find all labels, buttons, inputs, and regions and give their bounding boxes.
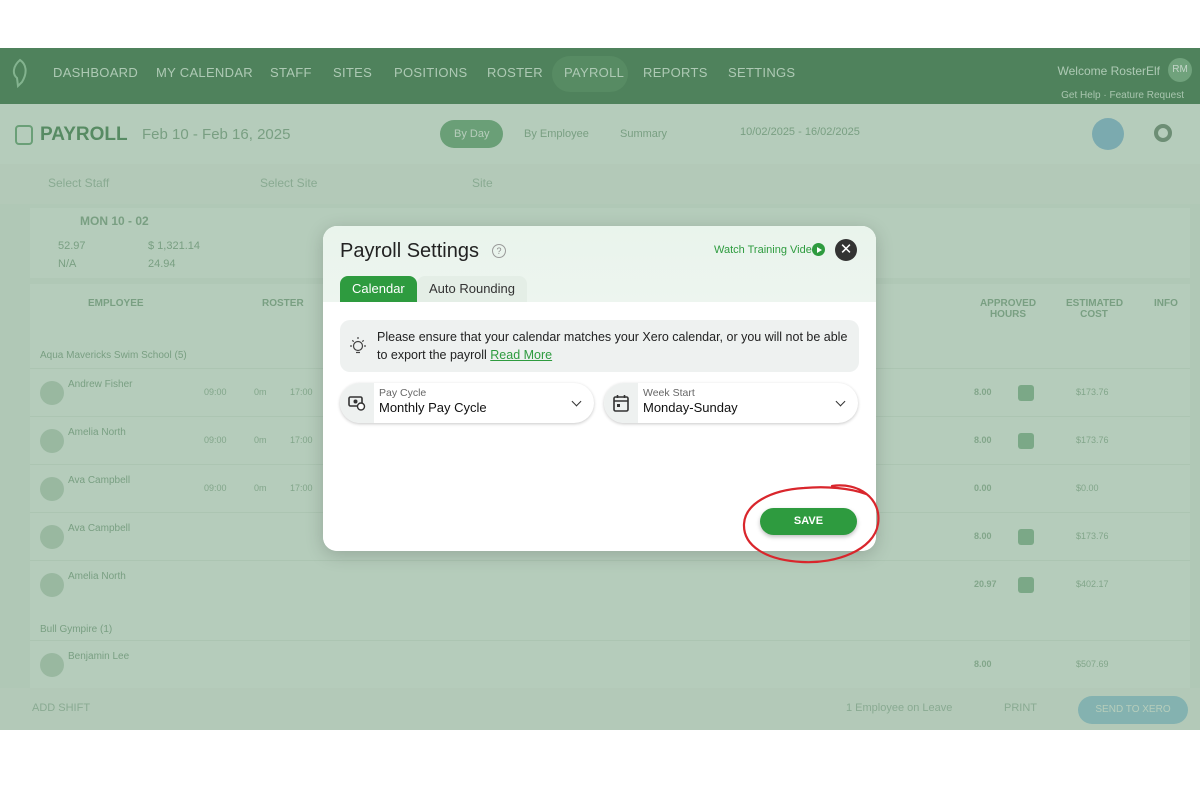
week-start-select[interactable]: Week Start Monday-Sunday: [604, 383, 858, 423]
dialog-header: Payroll Settings ? Watch Training Video …: [323, 226, 876, 302]
dialog-title: Payroll Settings: [340, 240, 479, 262]
cash-cycle-icon: [348, 396, 366, 411]
dialog-body: Please ensure that your calendar matches…: [323, 302, 876, 551]
read-more-link[interactable]: Read More: [490, 348, 552, 362]
tab-auto-rounding[interactable]: Auto Rounding: [417, 276, 528, 302]
pay-cycle-label: Pay Cycle: [379, 387, 427, 399]
select-icon-area: [340, 383, 374, 423]
notice-message: Please ensure that your calendar matches…: [377, 328, 857, 364]
save-button[interactable]: SAVE: [760, 508, 857, 535]
pay-cycle-value: Monthly Pay Cycle: [379, 400, 487, 415]
lightbulb-icon: [350, 337, 366, 354]
notice-text: Please ensure that your calendar matches…: [377, 330, 848, 362]
week-start-value: Monday-Sunday: [643, 400, 738, 415]
pay-cycle-select[interactable]: Pay Cycle Monthly Pay Cycle: [340, 383, 594, 423]
question-icon[interactable]: ?: [492, 244, 506, 258]
xero-calendar-notice: Please ensure that your calendar matches…: [340, 320, 859, 372]
payroll-settings-dialog: Payroll Settings ? Watch Training Video …: [323, 226, 876, 551]
play-icon[interactable]: [812, 243, 825, 256]
select-icon-area: [604, 383, 638, 423]
tab-calendar[interactable]: Calendar: [340, 276, 417, 302]
calendar-icon: [613, 395, 629, 412]
chevron-down-icon: [571, 396, 582, 407]
close-icon[interactable]: ✕: [835, 239, 857, 261]
chevron-down-icon: [835, 396, 846, 407]
watch-training-video-link[interactable]: Watch Training Video: [714, 244, 818, 256]
week-start-label: Week Start: [643, 387, 695, 399]
app-screen: DASHBOARD MY CALENDAR STAFF SITES POSITI…: [0, 48, 1200, 730]
